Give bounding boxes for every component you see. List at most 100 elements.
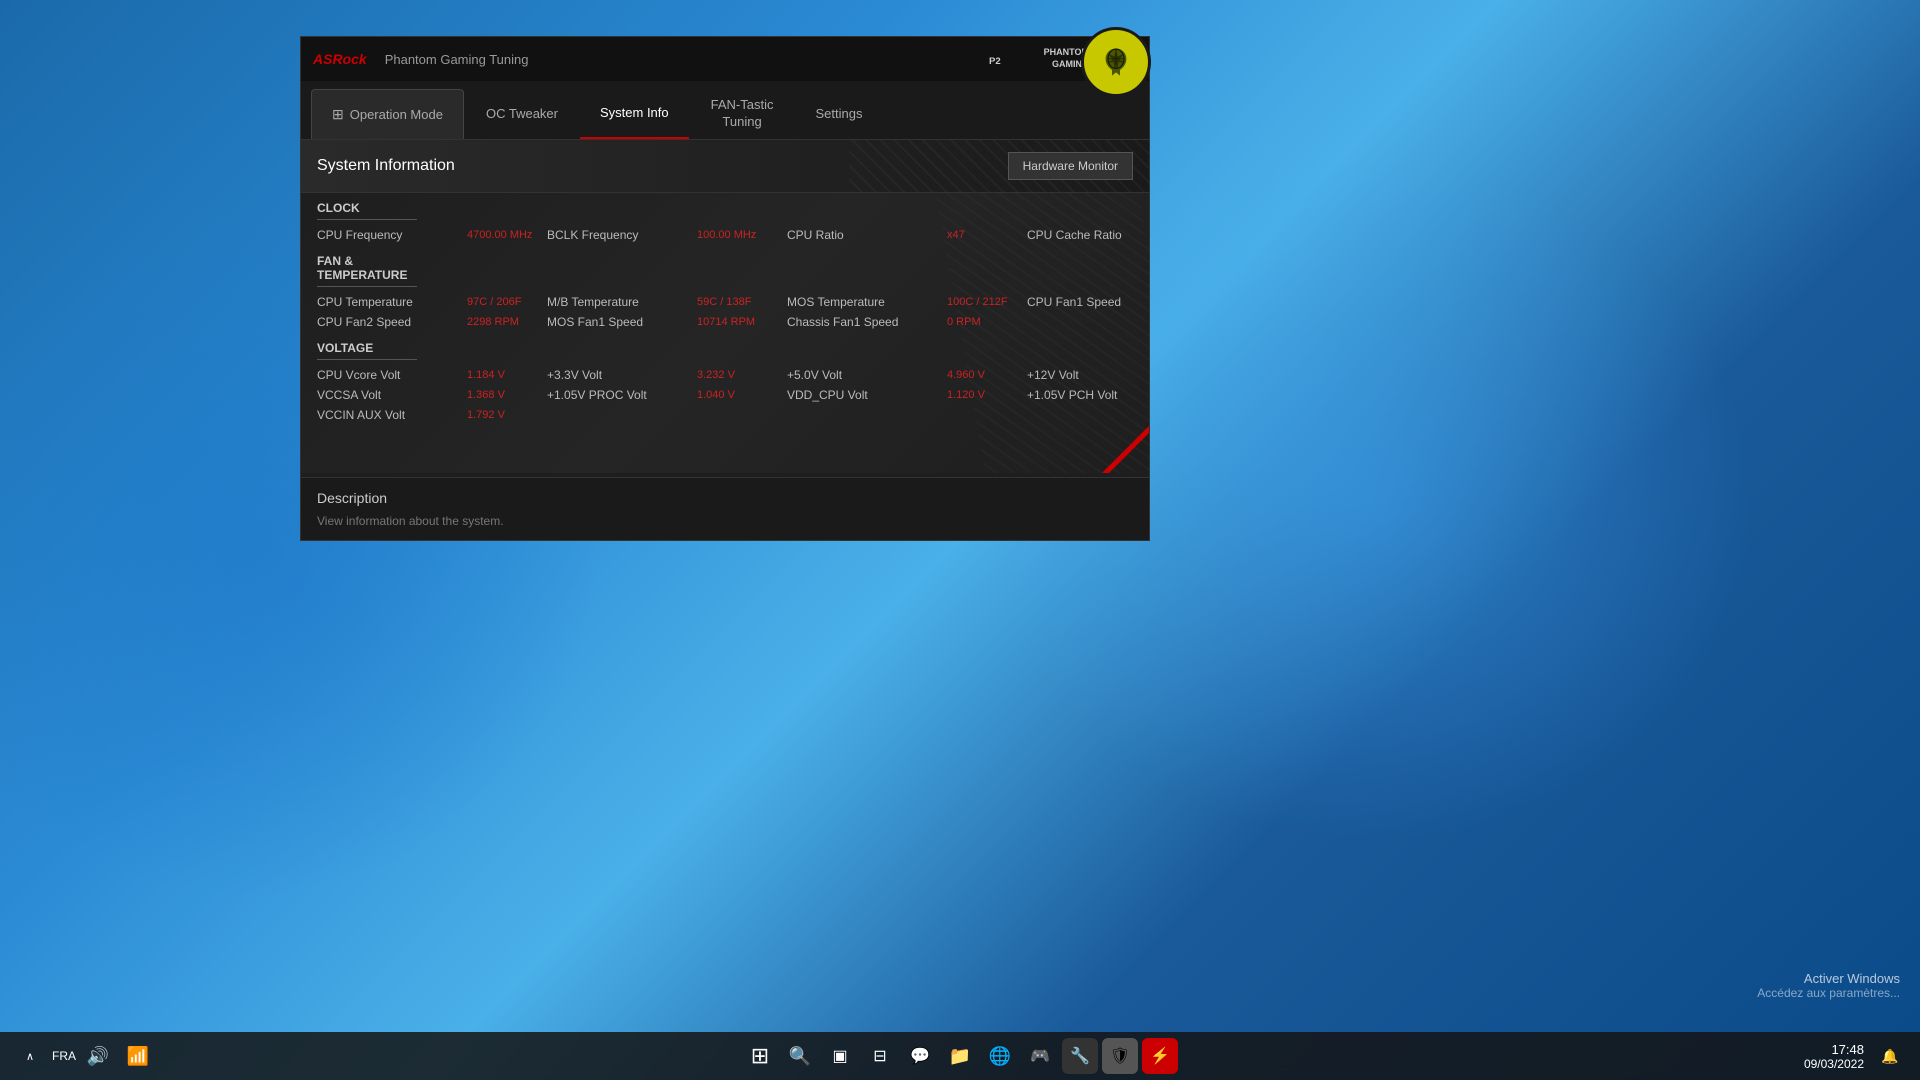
- activate-subtitle: Accédez aux paramètres...: [1757, 986, 1900, 1000]
- brand-as: AS: [313, 51, 332, 67]
- tab-system-info[interactable]: System Info: [580, 89, 689, 139]
- main-content: System Information Hardware Monitor CLOC…: [301, 140, 1149, 540]
- cpu-ratio-value: x47: [947, 229, 1027, 241]
- bclk-freq-value: 100.00 MHz: [697, 229, 787, 241]
- tab-operation-mode[interactable]: ⊞ Operation Mode: [311, 89, 464, 139]
- brand-logo: ASRock Phantom Gaming Tuning: [313, 51, 529, 67]
- mb-temp-label: M/B Temperature: [547, 295, 697, 309]
- voltage-rows: CPU Vcore Volt 1.184 V +3.3V Volt 3.232 …: [317, 368, 1133, 422]
- clock-time: 17:48: [1804, 1042, 1864, 1057]
- description-title: Description: [317, 490, 1133, 506]
- v105proc-label: +1.05V PROC Volt: [547, 388, 697, 402]
- phantom-gaming-logo: P2 PHANTOM GAMING: [988, 41, 1089, 77]
- v105pch-label: +1.05V PCH Volt: [1027, 388, 1149, 402]
- system-tray-chevron[interactable]: ∧: [12, 1038, 48, 1074]
- cpu-cache-ratio-label: CPU Cache Ratio: [1027, 228, 1149, 242]
- brand-rock: Rock: [332, 51, 366, 67]
- vccsa-label: VCCSA Volt: [317, 388, 467, 402]
- voltage-row-2: VCCSA Volt 1.368 V +1.05V PROC Volt 1.04…: [317, 388, 1133, 402]
- cpu-fan2-label: CPU Fan2 Speed: [317, 315, 467, 329]
- search-button[interactable]: 🔍: [782, 1038, 818, 1074]
- title-bar: ASRock Phantom Gaming Tuning P2 PHANTOM …: [301, 37, 1149, 81]
- vccin-aux-label: VCCIN AUX Volt: [317, 408, 467, 422]
- fan-temp-rows: CPU Temperature 97C / 206F M/B Temperatu…: [317, 295, 1133, 329]
- mb-temp-value: 59C / 138F: [697, 296, 787, 308]
- clock-rows: CPU Frequency 4700.00 MHz BCLK Frequency…: [317, 228, 1133, 242]
- clock-date: 09/03/2022: [1804, 1057, 1864, 1071]
- tab-oc-tweaker-label: OC Tweaker: [486, 106, 558, 121]
- grid-icon: ⊞: [332, 106, 344, 123]
- tab-operation-mode-label: Operation Mode: [350, 107, 443, 122]
- cpu-fan1-label: CPU Fan1 Speed: [1027, 295, 1149, 309]
- v33-value: 3.232 V: [697, 369, 787, 381]
- app2-button[interactable]: 🛡: [1102, 1038, 1138, 1074]
- network-icon[interactable]: 📶: [120, 1038, 156, 1074]
- widgets-button[interactable]: ⊟: [862, 1038, 898, 1074]
- svg-text:P2: P2: [989, 56, 1001, 67]
- v50-label: +5.0V Volt: [787, 368, 947, 382]
- app3-button[interactable]: ⚡: [1142, 1038, 1178, 1074]
- v12-label: +12V Volt: [1027, 368, 1149, 382]
- cpu-freq-label: CPU Frequency: [317, 228, 467, 242]
- voltage-row-3: VCCIN AUX Volt 1.792 V: [317, 408, 1133, 422]
- tab-system-info-label: System Info: [600, 105, 669, 120]
- v33-label: +3.3V Volt: [547, 368, 697, 382]
- tab-settings-label: Settings: [815, 106, 862, 121]
- nav-tabs: ⊞ Operation Mode OC Tweaker System Info …: [301, 81, 1149, 140]
- clock-group-title: CLOCK: [317, 201, 417, 220]
- armory-button[interactable]: 🎮: [1022, 1038, 1058, 1074]
- cpu-ratio-label: CPU Ratio: [787, 228, 947, 242]
- vdd-cpu-label: VDD_CPU Volt: [787, 388, 947, 402]
- v105proc-value: 1.040 V: [697, 389, 787, 401]
- asrock-brand: ASRock: [313, 51, 367, 67]
- cpu-freq-value: 4700.00 MHz: [467, 229, 547, 241]
- description-text: View information about the system.: [317, 514, 1133, 528]
- chat-button[interactable]: 💬: [902, 1038, 938, 1074]
- mos-temp-label: MOS Temperature: [787, 295, 947, 309]
- phantom-logo-icon: [1096, 42, 1136, 82]
- chassis-fan1-value: 0 RPM: [947, 316, 1027, 328]
- taskbar: ∧ FRA 🔊 📶 ⊞ 🔍 ▣ ⊟ 💬 📁 🌐 🎮 🔧 🛡 ⚡ 17:48 09…: [0, 1032, 1920, 1080]
- explorer-button[interactable]: 📁: [942, 1038, 978, 1074]
- tab-oc-tweaker[interactable]: OC Tweaker: [466, 89, 578, 139]
- vccsa-value: 1.368 V: [467, 389, 547, 401]
- clock-section: CLOCK CPU Frequency 4700.00 MHz BCLK Fre…: [317, 201, 1133, 242]
- task-view-button[interactable]: ▣: [822, 1038, 858, 1074]
- vdd-cpu-value: 1.120 V: [947, 389, 1027, 401]
- voltage-section: VOLTAGE CPU Vcore Volt 1.184 V +3.3V Vol…: [317, 341, 1133, 422]
- taskbar-left: ∧ FRA 🔊 📶: [12, 1038, 156, 1074]
- tab-settings[interactable]: Settings: [795, 89, 882, 139]
- tab-fan-tastic[interactable]: FAN-TasticTuning: [691, 89, 794, 139]
- notification-button[interactable]: 🔔: [1872, 1038, 1908, 1074]
- activate-title: Activer Windows: [1757, 971, 1900, 986]
- cpu-fan2-value: 2298 RPM: [467, 316, 547, 328]
- cpu-vcore-label: CPU Vcore Volt: [317, 368, 467, 382]
- v50-value: 4.960 V: [947, 369, 1027, 381]
- pg-icon: P2: [988, 41, 1038, 77]
- mos-fan1-label: MOS Fan1 Speed: [547, 315, 697, 329]
- fan-temp-row-2: CPU Fan2 Speed 2298 RPM MOS Fan1 Speed 1…: [317, 315, 1133, 329]
- start-button[interactable]: ⊞: [742, 1038, 778, 1074]
- info-sections: CLOCK CPU Frequency 4700.00 MHz BCLK Fre…: [301, 193, 1149, 473]
- language-indicator: FRA: [52, 1049, 76, 1063]
- taskbar-center: ⊞ 🔍 ▣ ⊟ 💬 📁 🌐 🎮 🔧 🛡 ⚡: [742, 1038, 1178, 1074]
- voltage-row-1: CPU Vcore Volt 1.184 V +3.3V Volt 3.232 …: [317, 368, 1133, 382]
- app-logo-circle: [1081, 27, 1151, 97]
- cpu-temp-value: 97C / 206F: [467, 296, 547, 308]
- app1-button[interactable]: 🔧: [1062, 1038, 1098, 1074]
- taskbar-right: 17:48 09/03/2022 🔔: [1804, 1038, 1908, 1074]
- vccin-aux-value: 1.792 V: [467, 409, 547, 421]
- fan-temp-row-1: CPU Temperature 97C / 206F M/B Temperatu…: [317, 295, 1133, 309]
- app-title: Phantom Gaming Tuning: [385, 52, 529, 67]
- app-window: ASRock Phantom Gaming Tuning P2 PHANTOM …: [300, 36, 1150, 541]
- clock-row-1: CPU Frequency 4700.00 MHz BCLK Frequency…: [317, 228, 1133, 242]
- cpu-vcore-value: 1.184 V: [467, 369, 547, 381]
- section-title: System Information: [317, 157, 455, 175]
- speaker-icon[interactable]: 🔊: [80, 1038, 116, 1074]
- hardware-monitor-button[interactable]: Hardware Monitor: [1008, 152, 1133, 180]
- taskbar-time: 17:48 09/03/2022: [1804, 1042, 1864, 1071]
- section-header-bar: System Information Hardware Monitor: [301, 140, 1149, 193]
- edge-button[interactable]: 🌐: [982, 1038, 1018, 1074]
- red-stripe: [1046, 401, 1149, 473]
- tab-fan-tastic-label: FAN-TasticTuning: [711, 97, 774, 131]
